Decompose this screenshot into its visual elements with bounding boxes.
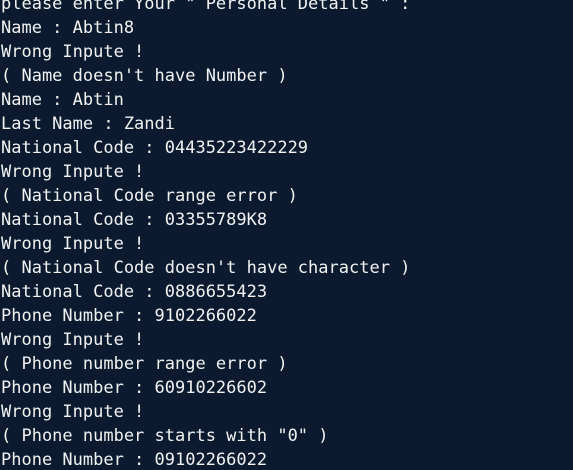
error-line: Wrong Inpute ! — [1, 234, 145, 254]
error-detail-line: ( National Code range error ) — [1, 186, 298, 206]
output-line-national-code-input: National Code : 04435223422229 — [1, 138, 309, 158]
output-line-national-code-input: National Code : 03355789K8 — [1, 210, 268, 230]
output-line-national-code-input: National Code : 0886655423 — [1, 282, 268, 302]
error-line: Wrong Inpute ! — [1, 162, 145, 182]
error-detail-line: ( National Code doesn't have character ) — [1, 258, 411, 278]
error-line: Wrong Inpute ! — [1, 42, 145, 62]
error-line: Wrong Inpute ! — [1, 330, 145, 350]
error-line: Wrong Inpute ! — [1, 402, 145, 422]
prompt-line: please enter Your " Personal Details " : — [1, 0, 411, 14]
error-detail-line: ( Phone number starts with "0" ) — [1, 426, 329, 446]
error-detail-line: ( Name doesn't have Number ) — [1, 66, 288, 86]
terminal-output[interactable]: please enter Your " Personal Details " :… — [0, 0, 573, 470]
output-line-phone-number-input: Phone Number : 60910226602 — [1, 378, 268, 398]
terminal-lines: please enter Your " Personal Details " :… — [1, 0, 410, 470]
output-line-name-input: Name : Abtin8 — [1, 18, 135, 38]
error-detail-line: ( Phone number range error ) — [1, 354, 288, 374]
output-line-name-input: Name : Abtin — [1, 90, 124, 110]
output-line-last-name-input: Last Name : Zandi — [1, 114, 175, 134]
output-line-phone-number-input: Phone Number : 09102266022 — [1, 450, 268, 470]
output-line-phone-number-input: Phone Number : 9102266022 — [1, 306, 257, 326]
